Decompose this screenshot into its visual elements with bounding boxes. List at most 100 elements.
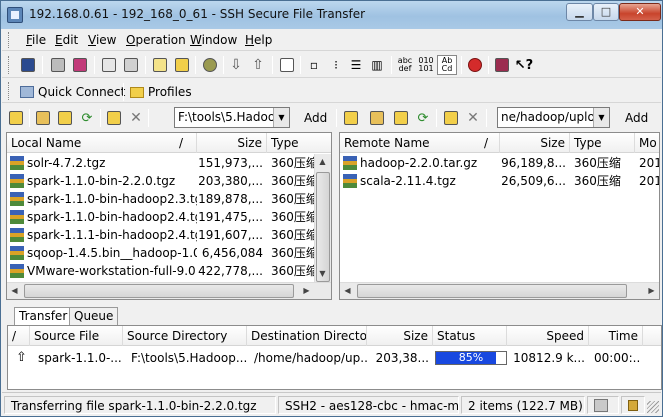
folder-icon (130, 86, 144, 98)
col-remote-name[interactable]: Remote Name (340, 133, 500, 153)
col-local-name[interactable]: Local Name (7, 133, 197, 153)
list-item[interactable]: hadoop-2.2.0.tar.gz 96,189,8... 360压缩 201 (340, 154, 659, 172)
menu-help[interactable]: Help (245, 33, 272, 47)
col-remote-type[interactable]: Type (570, 133, 635, 153)
scroll-thumb[interactable] (24, 284, 294, 298)
list-item[interactable]: spark-1.1.1-bin-hadoop2.4.tgz 191,607,...… (7, 226, 331, 244)
maximize-button[interactable]: □ (593, 3, 619, 21)
quick-connect-button[interactable]: Quick Connect (20, 82, 125, 102)
list-item[interactable]: solr-4.7.2.tgz 151,973,... 360压缩 (7, 154, 331, 172)
col-local-size[interactable]: Size (197, 133, 267, 153)
menu-edit[interactable]: Edit (55, 33, 78, 47)
menu-file[interactable]: File (26, 33, 46, 47)
copy-button[interactable] (99, 55, 119, 75)
chevron-down-icon[interactable]: ▼ (273, 108, 289, 127)
ascii-mode-button[interactable]: abc def (395, 55, 415, 75)
minimize-button[interactable]: ▁ (566, 3, 593, 21)
stop-button[interactable] (465, 55, 485, 75)
scroll-thumb[interactable] (357, 284, 627, 298)
new-file-transfer-button[interactable] (172, 55, 192, 75)
auto-mode-button[interactable]: Ab Cd (437, 55, 457, 75)
local-home-button[interactable] (33, 108, 53, 128)
tab-transfer[interactable]: Transfer (14, 307, 73, 325)
col-source-file[interactable]: Source File (30, 326, 123, 346)
remote-horizontal-scrollbar[interactable]: ◀ ▶ (340, 282, 659, 299)
folder-tree-icon (9, 111, 23, 125)
local-toggle-tree-button[interactable] (6, 108, 26, 128)
remote-path-combo[interactable]: ne/hadoop/upload ▼ (497, 107, 610, 128)
large-icons-button[interactable]: ▫ (304, 55, 324, 75)
menu-view[interactable]: View (88, 33, 116, 47)
paste-button[interactable] (121, 55, 141, 75)
save-button[interactable] (18, 55, 38, 75)
binary-mode-button[interactable]: 010 101 (416, 55, 436, 75)
col-status[interactable]: Status (433, 326, 507, 346)
col-direction[interactable]: / (8, 326, 30, 346)
local-horizontal-scrollbar[interactable]: ◀ ▶ (7, 282, 331, 299)
col-remote-size[interactable]: Size (500, 133, 570, 153)
remote-add-bookmark-button[interactable]: Add (621, 108, 652, 128)
close-button[interactable]: ✕ (619, 3, 661, 21)
local-delete-button[interactable]: ✕ (126, 108, 146, 128)
disconnect-button[interactable] (70, 55, 90, 75)
properties-button[interactable] (277, 55, 297, 75)
scroll-down-icon[interactable]: ▼ (315, 266, 330, 282)
list-view-button[interactable]: ☰ (346, 55, 366, 75)
scroll-left-icon[interactable]: ◀ (340, 283, 355, 299)
local-path-combo[interactable]: F:\tools\5.Hadoop ▼ (174, 107, 290, 128)
list-item[interactable]: scala-2.11.4.tgz 26,509,6... 360压缩 201 (340, 172, 659, 190)
print-button[interactable] (48, 55, 68, 75)
list-item[interactable]: sqoop-1.4.5.bin__hadoop-1.0... 6,456,084 3… (7, 244, 331, 262)
download-button[interactable]: ⇩ (226, 55, 246, 75)
col-source-directory[interactable]: Source Directory (123, 326, 247, 346)
col-transfer-size[interactable]: Size (367, 326, 433, 346)
menu-operation[interactable]: Operation (126, 33, 186, 47)
remote-toggle-tree-button[interactable] (341, 108, 361, 128)
toolbar-grip[interactable] (8, 56, 11, 74)
tab-queue[interactable]: Queue (69, 307, 119, 325)
help-book-button[interactable] (492, 55, 512, 75)
local-up-button[interactable] (55, 108, 75, 128)
col-remote-modified[interactable]: Mo (635, 133, 659, 153)
list-item[interactable]: spark-1.1.0-bin-hadoop2.4.tgz 191,475,...… (7, 208, 331, 226)
scroll-left-icon[interactable]: ◀ (7, 283, 22, 299)
profiles-button[interactable]: Profiles (130, 82, 192, 102)
col-local-type[interactable]: Type (267, 133, 331, 153)
col-speed[interactable]: Speed (507, 326, 589, 346)
transfer-list[interactable]: / Source File Source Directory Destinati… (7, 325, 662, 390)
remote-refresh-button[interactable]: ⟳ (413, 108, 433, 128)
table-row[interactable]: ⇧ spark-1.1.0-... F:\tools\5.Hadoop... /… (8, 349, 661, 367)
list-item[interactable]: spark-1.1.0-bin-2.2.0.tgz 203,380,... 360压… (7, 172, 331, 190)
list-item[interactable]: spark-1.1.0-bin-hadoop2.3.tgz 189,878,...… (7, 190, 331, 208)
settings-button[interactable] (200, 55, 220, 75)
col-destination-directory[interactable]: Destination Directory (247, 326, 367, 346)
local-add-bookmark-button[interactable]: Add (300, 108, 331, 128)
chevron-down-icon[interactable]: ▼ (593, 108, 609, 127)
toolbar-grip[interactable] (8, 82, 11, 100)
remote-home-button[interactable] (367, 108, 387, 128)
title-bar[interactable]: 192.168.0.61 - 192_168_0_61 - SSH Secure… (1, 1, 662, 29)
toolbar-grip[interactable] (8, 32, 11, 48)
list-item[interactable]: VMware-workstation-full-9.0.... 422,778,.… (7, 262, 331, 280)
remote-up-button[interactable] (391, 108, 411, 128)
remote-file-list[interactable]: Remote Name / Size Type Mo hadoop-2.2.0.… (339, 132, 660, 300)
scroll-right-icon[interactable]: ▶ (299, 283, 314, 299)
context-help-button[interactable]: ↖? (514, 55, 534, 75)
local-vertical-scrollbar[interactable]: ▲ ▼ (314, 154, 331, 282)
remote-new-folder-button[interactable] (441, 108, 461, 128)
remote-delete-button[interactable]: ✕ (463, 108, 483, 128)
scroll-up-icon[interactable]: ▲ (315, 154, 330, 170)
local-file-list[interactable]: Local Name / Size Type solr-4.7.2.tgz 151… (6, 132, 332, 300)
col-time[interactable]: Time (589, 326, 643, 346)
local-refresh-button[interactable]: ⟳ (77, 108, 97, 128)
menu-window[interactable]: Window (190, 33, 237, 47)
paste-icon (124, 58, 138, 72)
small-icons-button[interactable]: ⁝ (326, 55, 346, 75)
resize-grip-icon[interactable] (647, 401, 659, 413)
upload-button[interactable]: ⇧ (248, 55, 268, 75)
scroll-right-icon[interactable]: ▶ (644, 283, 659, 299)
new-terminal-button[interactable] (150, 55, 170, 75)
details-view-button[interactable]: ▥ (367, 55, 387, 75)
local-new-folder-button[interactable] (104, 108, 124, 128)
transfer-time: 00:00:... (594, 351, 640, 365)
